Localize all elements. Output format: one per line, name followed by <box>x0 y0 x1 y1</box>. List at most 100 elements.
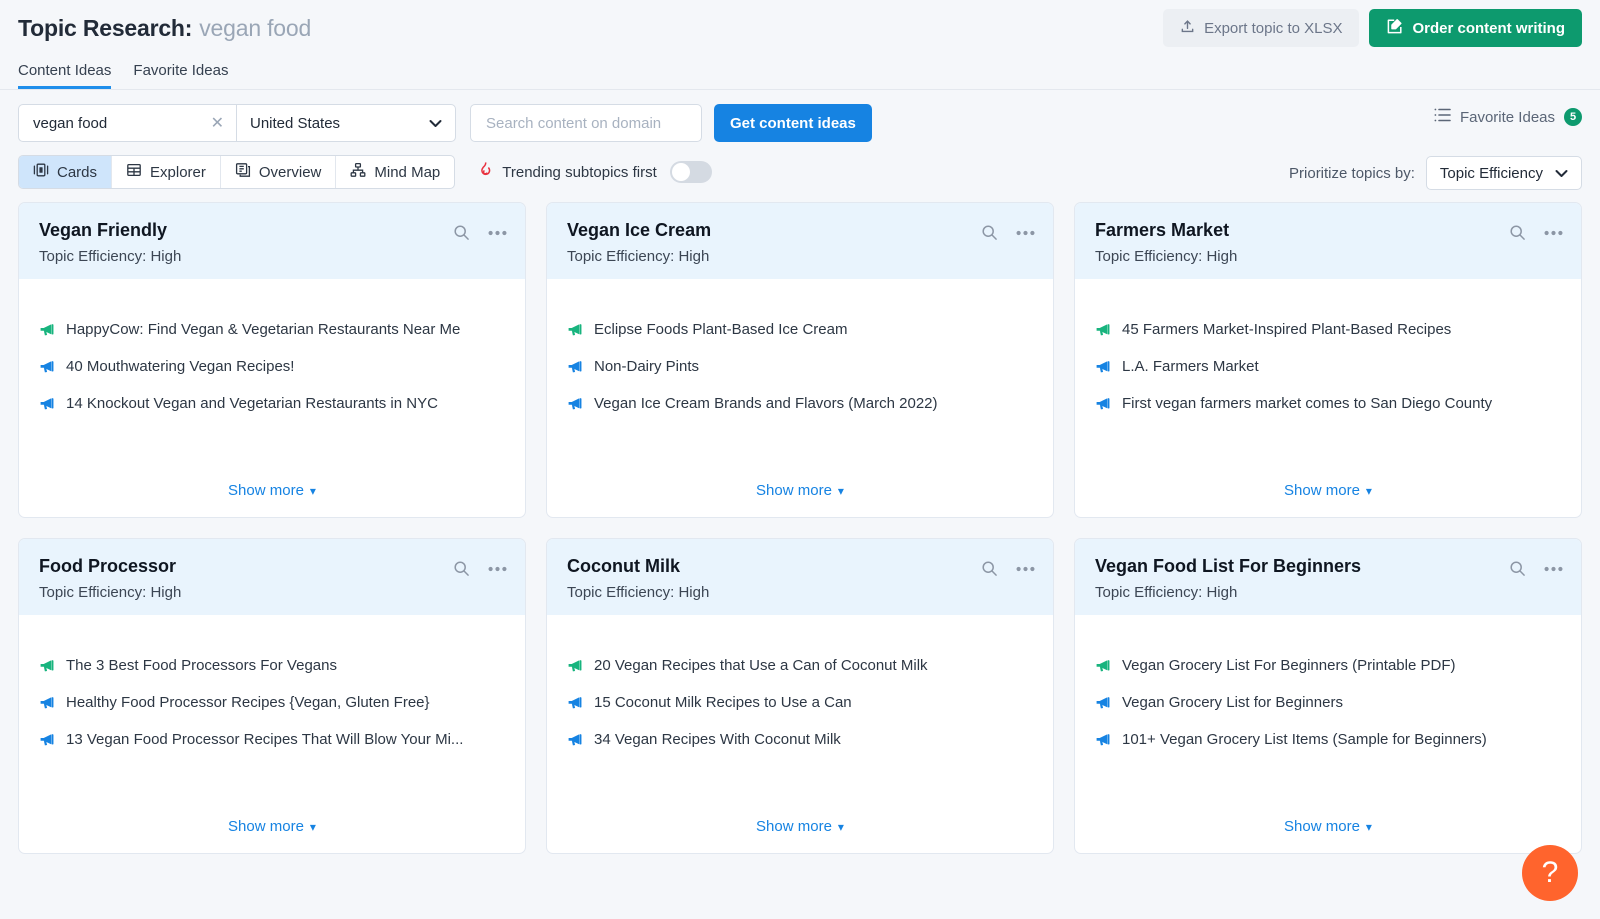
show-more-link[interactable]: Show more ▾ <box>19 482 525 499</box>
get-content-ideas-button[interactable]: Get content ideas <box>714 104 872 142</box>
view-mode-overview[interactable]: Overview <box>221 156 337 188</box>
order-content-writing-button[interactable]: Order content writing <box>1369 9 1582 47</box>
show-more-label: Show more <box>228 818 304 835</box>
idea-item[interactable]: Vegan Grocery List for Beginners <box>1095 694 1561 715</box>
more-options-icon[interactable] <box>488 230 507 236</box>
show-more-link[interactable]: Show more ▾ <box>1075 818 1581 835</box>
idea-item[interactable]: Vegan Grocery List For Beginners (Printa… <box>1095 657 1561 678</box>
view-toolbar: Cards Explorer Overview Mind Map Trendin… <box>0 142 1600 190</box>
chevron-down-icon: ▾ <box>837 484 844 498</box>
chevron-down-icon <box>429 115 442 132</box>
search-icon[interactable] <box>453 560 470 577</box>
topic-card-header-actions <box>1509 560 1563 577</box>
idea-item[interactable]: 13 Vegan Food Processor Recipes That Wil… <box>39 731 505 752</box>
topic-card-header-actions <box>981 224 1035 241</box>
topic-card-header: Farmers Market Topic Efficiency: High <box>1075 203 1581 279</box>
cards-view-icon <box>33 162 49 182</box>
more-options-icon[interactable] <box>1016 230 1035 236</box>
idea-item[interactable]: Non-Dairy Pints <box>567 358 1033 379</box>
idea-item[interactable]: HappyCow: Find Vegan & Vegetarian Restau… <box>39 321 505 342</box>
topic-card-title: Vegan Ice Cream <box>567 220 712 240</box>
idea-item[interactable]: Eclipse Foods Plant-Based Ice Cream <box>567 321 1033 342</box>
more-options-icon[interactable] <box>1544 566 1563 572</box>
show-more-label: Show more <box>756 818 832 835</box>
idea-list: HappyCow: Find Vegan & Vegetarian Restau… <box>39 321 505 416</box>
idea-item[interactable]: 34 Vegan Recipes With Coconut Milk <box>567 731 1033 752</box>
topic-card-header: Food Processor Topic Efficiency: High <box>19 539 525 615</box>
megaphone-icon <box>567 733 584 752</box>
more-options-icon[interactable] <box>1544 230 1563 236</box>
keyword-input[interactable] <box>31 113 205 133</box>
idea-item[interactable]: 14 Knockout Vegan and Vegetarian Restaur… <box>39 395 505 416</box>
search-icon[interactable] <box>453 224 470 241</box>
topic-card-header: Vegan Ice Cream Topic Efficiency: High <box>547 203 1053 279</box>
topic-card: Food Processor Topic Efficiency: High Th… <box>18 538 526 854</box>
idea-item[interactable]: 45 Farmers Market-Inspired Plant-Based R… <box>1095 321 1561 342</box>
topic-card-body: 20 Vegan Recipes that Use a Can of Cocon… <box>547 615 1053 853</box>
tab-bar: Content Ideas Favorite Ideas <box>0 56 1600 90</box>
topic-card: Coconut Milk Topic Efficiency: High 20 V… <box>546 538 1054 854</box>
page-title-prefix: Topic Research: <box>18 14 193 41</box>
clear-icon[interactable]: ✕ <box>205 113 224 133</box>
domain-search-input[interactable] <box>484 113 688 133</box>
view-mode-mind-map[interactable]: Mind Map <box>336 156 454 188</box>
search-icon[interactable] <box>1509 560 1526 577</box>
idea-item[interactable]: 20 Vegan Recipes that Use a Can of Cocon… <box>567 657 1033 678</box>
megaphone-icon <box>567 323 584 342</box>
search-icon[interactable] <box>981 560 998 577</box>
view-mode-explorer[interactable]: Explorer <box>112 156 221 188</box>
show-more-label: Show more <box>1284 818 1360 835</box>
prioritize-select[interactable]: Topic Efficiency <box>1425 156 1582 190</box>
table-view-icon <box>126 162 142 182</box>
search-icon[interactable] <box>981 224 998 241</box>
page-title-keyword: vegan food <box>199 14 312 41</box>
trending-subtopics-switch[interactable] <box>669 161 712 183</box>
overview-view-icon <box>235 162 251 182</box>
topic-efficiency-label: Topic Efficiency: High <box>567 248 710 265</box>
prioritize-select-value: Topic Efficiency <box>1439 164 1543 182</box>
show-more-link[interactable]: Show more ▾ <box>1075 482 1581 499</box>
topic-card-header-actions <box>453 560 507 577</box>
search-icon[interactable] <box>1509 224 1526 241</box>
show-more-link[interactable]: Show more ▾ <box>547 482 1053 499</box>
trending-subtopics-toggle-group[interactable]: Trending subtopics first <box>477 161 712 183</box>
tab-favorite-ideas[interactable]: Favorite Ideas <box>133 63 228 89</box>
idea-item[interactable]: Vegan Ice Cream Brands and Flavors (Marc… <box>567 395 1033 416</box>
app-header: Topic Research: vegan food Export topic t… <box>0 0 1600 56</box>
view-mode-cards[interactable]: Cards <box>19 156 113 188</box>
idea-item[interactable]: 101+ Vegan Grocery List Items (Sample fo… <box>1095 731 1561 752</box>
trending-subtopics-label: Trending subtopics first <box>502 163 657 181</box>
chevron-down-icon: ▾ <box>837 820 844 834</box>
domain-input-wrap <box>470 104 702 142</box>
idea-item[interactable]: First vegan farmers market comes to San … <box>1095 395 1561 416</box>
idea-item-label: 13 Vegan Food Processor Recipes That Wil… <box>66 731 464 748</box>
topic-efficiency-label: Topic Efficiency: High <box>1095 584 1238 601</box>
export-xlsx-label: Export topic to XLSX <box>1204 19 1343 37</box>
idea-item[interactable]: L.A. Farmers Market <box>1095 358 1561 379</box>
idea-item[interactable]: Healthy Food Processor Recipes {Vegan, G… <box>39 694 505 715</box>
topic-card-header: Coconut Milk Topic Efficiency: High <box>547 539 1053 615</box>
megaphone-icon <box>1095 696 1112 715</box>
country-select[interactable]: United States <box>236 104 456 142</box>
more-options-icon[interactable] <box>488 566 507 572</box>
more-options-icon[interactable] <box>1016 566 1035 572</box>
idea-item-label: Vegan Ice Cream Brands and Flavors (Marc… <box>594 395 938 412</box>
favorite-ideas-link[interactable]: Favorite Ideas 5 <box>1434 108 1582 126</box>
show-more-link[interactable]: Show more ▾ <box>19 818 525 835</box>
idea-item[interactable]: 40 Mouthwatering Vegan Recipes! <box>39 358 505 379</box>
topic-card-header: Vegan Food List For Beginners Topic Effi… <box>1075 539 1581 615</box>
megaphone-icon <box>1095 733 1112 752</box>
show-more-link[interactable]: Show more ▾ <box>547 818 1053 835</box>
idea-item-label: Non-Dairy Pints <box>594 358 700 375</box>
export-xlsx-button[interactable]: Export topic to XLSX <box>1163 9 1360 47</box>
idea-item-label: First vegan farmers market comes to San … <box>1122 395 1493 412</box>
help-button[interactable]: ? <box>1522 845 1578 901</box>
order-content-writing-label: Order content writing <box>1412 19 1565 37</box>
idea-item[interactable]: 15 Coconut Milk Recipes to Use a Can <box>567 694 1033 715</box>
tab-content-ideas[interactable]: Content Ideas <box>18 63 112 89</box>
topic-efficiency-label: Topic Efficiency: High <box>39 248 182 265</box>
megaphone-icon <box>1095 360 1112 379</box>
idea-item[interactable]: The 3 Best Food Processors For Vegans <box>39 657 505 678</box>
idea-item-label: Healthy Food Processor Recipes {Vegan, G… <box>66 694 430 711</box>
megaphone-icon <box>39 323 56 342</box>
